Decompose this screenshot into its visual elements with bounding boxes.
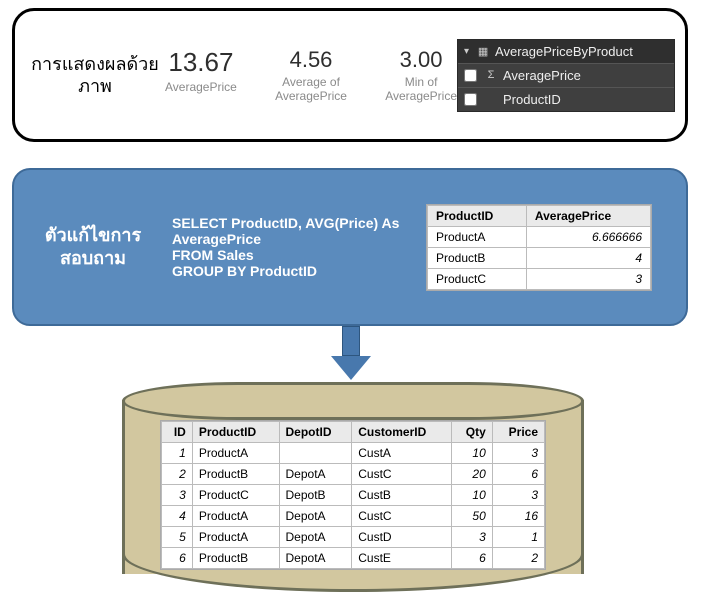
table-row: 3ProductCDepotBCustB103: [162, 485, 545, 506]
cell: 6.666666: [526, 226, 650, 247]
field-name: AveragePrice: [503, 68, 581, 83]
cell: DepotA: [279, 464, 352, 485]
metric-card: 13.67 AveragePrice: [165, 47, 237, 103]
column-header: AveragePrice: [526, 205, 650, 226]
cell: DepotB: [279, 485, 352, 506]
column-header: ID: [162, 422, 193, 443]
table-row: 4ProductADepotACustC5016: [162, 506, 545, 527]
cell: 16: [492, 506, 544, 527]
table-header-row: ProductID AveragePrice: [428, 205, 651, 226]
cell: DepotA: [279, 527, 352, 548]
fields-table-name: AveragePriceByProduct: [495, 44, 633, 59]
cell: CustD: [352, 527, 452, 548]
metric-value: 4.56: [269, 47, 353, 73]
cell: 4: [162, 506, 193, 527]
cell: 1: [162, 443, 193, 464]
cell: ProductB: [192, 548, 279, 569]
metric-label: Average of AveragePrice: [269, 75, 353, 103]
field-name: ProductID: [503, 92, 561, 107]
column-header: ProductID: [192, 422, 279, 443]
cylinder-top: [122, 382, 584, 420]
database-cylinder: ID ProductID DepotID CustomerID Qty Pric…: [122, 382, 584, 592]
cell: 50: [452, 506, 493, 527]
cell: 6: [452, 548, 493, 569]
cell: 5: [162, 527, 193, 548]
query-panel-title: ตัวแก้ไขการสอบถาม: [28, 224, 158, 271]
cell: ProductC: [192, 485, 279, 506]
cell: ProductB: [192, 464, 279, 485]
sigma-icon: Σ: [483, 69, 499, 81]
cell: CustB: [352, 485, 452, 506]
cell: 20: [452, 464, 493, 485]
cell: CustC: [352, 464, 452, 485]
cell: ProductB: [428, 247, 527, 268]
field-item[interactable]: Σ AveragePrice: [458, 63, 674, 87]
arrow-stem: [342, 326, 360, 356]
cell: 3: [526, 268, 650, 289]
table-row: ProductA 6.666666: [428, 226, 651, 247]
cell: ProductA: [428, 226, 527, 247]
cell: 2: [162, 464, 193, 485]
cell: DepotA: [279, 548, 352, 569]
visual-panel-title: การแสดงผลด้วยภาพ: [25, 53, 165, 98]
cell: CustC: [352, 506, 452, 527]
arrow-head-icon: [331, 356, 371, 380]
cell: CustE: [352, 548, 452, 569]
metric-value: 3.00: [385, 47, 457, 73]
cell: ProductC: [428, 268, 527, 289]
table-row: ProductC 3: [428, 268, 651, 289]
table-row: 1ProductA CustA103: [162, 443, 545, 464]
cell: 6: [162, 548, 193, 569]
field-item[interactable]: ProductID: [458, 87, 674, 111]
table-row: 6ProductBDepotACustE62: [162, 548, 545, 569]
column-header: ProductID: [428, 205, 527, 226]
table-row: ProductB 4: [428, 247, 651, 268]
cell: 2: [492, 548, 544, 569]
fields-table-row[interactable]: ▾ ▦ AveragePriceByProduct: [458, 40, 674, 63]
query-editor-panel: ตัวแก้ไขการสอบถาม SELECT ProductID, AVG(…: [12, 168, 688, 326]
cell: 3: [492, 485, 544, 506]
column-header: Price: [492, 422, 544, 443]
metric-card: 3.00 Min of AveragePrice: [385, 47, 457, 103]
cell: [279, 443, 352, 464]
metric-value: 13.67: [165, 47, 237, 78]
field-checkbox[interactable]: [464, 69, 477, 82]
cell: ProductA: [192, 443, 279, 464]
sales-source-table: ID ProductID DepotID CustomerID Qty Pric…: [160, 420, 546, 570]
sql-query-text: SELECT ProductID, AVG(Price) As AverageP…: [172, 215, 412, 279]
metric-label: Min of AveragePrice: [385, 75, 457, 103]
cell: 4: [526, 247, 650, 268]
cell: CustA: [352, 443, 452, 464]
cell: 6: [492, 464, 544, 485]
cell: ProductA: [192, 506, 279, 527]
visual-display-panel: การแสดงผลด้วยภาพ 13.67 AveragePrice 4.56…: [12, 8, 688, 142]
metric-cards: 13.67 AveragePrice 4.56 Average of Avera…: [165, 47, 457, 103]
cell: 10: [452, 443, 493, 464]
metric-label: AveragePrice: [165, 80, 237, 94]
cell: 3: [492, 443, 544, 464]
metric-card: 4.56 Average of AveragePrice: [269, 47, 353, 103]
cell: 3: [162, 485, 193, 506]
chevron-down-icon: ▾: [464, 46, 469, 57]
column-header: Qty: [452, 422, 493, 443]
column-header: CustomerID: [352, 422, 452, 443]
table-row: 2ProductBDepotACustC206: [162, 464, 545, 485]
cell: 3: [452, 527, 493, 548]
column-header: DepotID: [279, 422, 352, 443]
cell: 1: [492, 527, 544, 548]
fields-pane: ▾ ▦ AveragePriceByProduct Σ AveragePrice…: [457, 39, 675, 112]
table-header-row: ID ProductID DepotID CustomerID Qty Pric…: [162, 422, 545, 443]
table-icon: ▦: [475, 45, 491, 58]
cell: 10: [452, 485, 493, 506]
cell: DepotA: [279, 506, 352, 527]
flow-arrow-down: [336, 326, 366, 382]
query-result-table: ProductID AveragePrice ProductA 6.666666…: [426, 204, 652, 291]
table-row: 5ProductADepotACustD31: [162, 527, 545, 548]
field-checkbox[interactable]: [464, 93, 477, 106]
cell: ProductA: [192, 527, 279, 548]
